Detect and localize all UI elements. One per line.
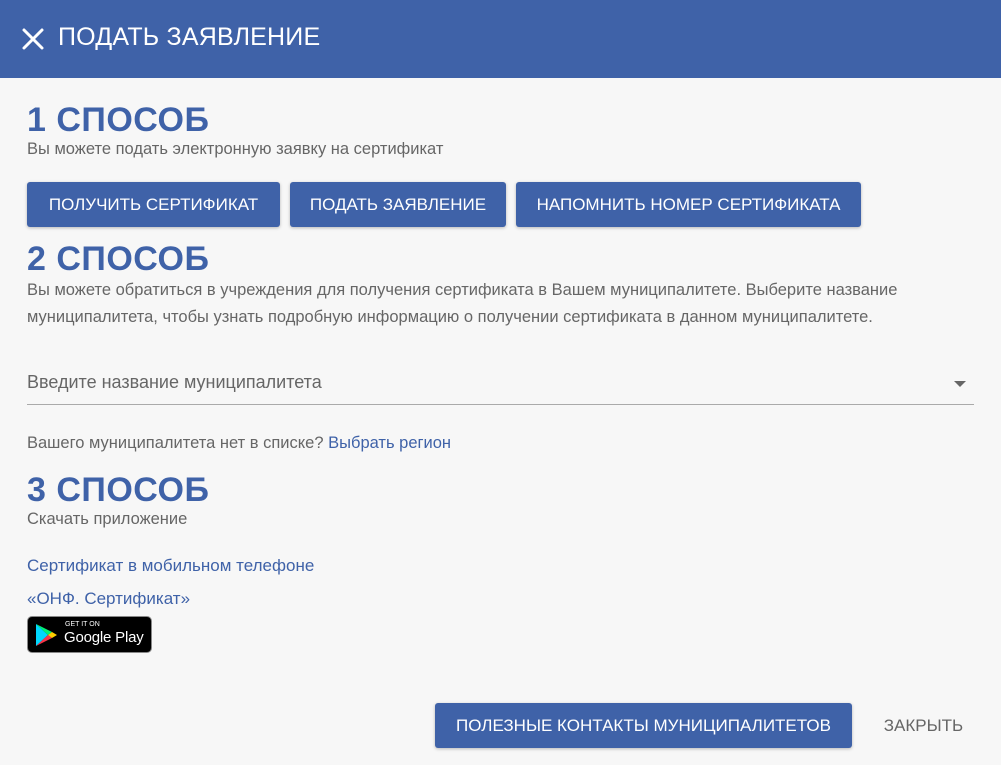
google-play-big-text: Google Play	[64, 629, 144, 646]
onf-certificate-link[interactable]: «ОНФ. Сертификат»	[27, 589, 190, 609]
method3-description: Скачать приложение	[27, 510, 188, 528]
google-play-small-text: GET IT ON	[65, 621, 100, 628]
municipality-select-placeholder: Введите название муниципалитета	[27, 372, 322, 392]
remind-certificate-number-button[interactable]: НАПОМНИТЬ НОМЕР СЕРТИФИКАТА	[516, 182, 861, 227]
municipality-missing-question: Вашего муниципалитета нет в списке?	[27, 434, 324, 452]
close-button[interactable]: ЗАКРЫТЬ	[866, 703, 981, 748]
choose-region-link[interactable]: Выбрать регион	[328, 434, 451, 452]
google-play-badge[interactable]: GET IT ON Google Play	[27, 616, 152, 653]
google-play-icon	[36, 624, 57, 646]
chevron-down-icon	[954, 381, 966, 387]
method2-title: 2 СПОСОБ	[27, 240, 210, 278]
method2-description: Вы можете обратиться в учреждения для по…	[27, 281, 898, 326]
dialog-title: ПОДАТЬ ЗАЯВЛЕНИЕ	[58, 23, 321, 51]
municipality-contacts-button[interactable]: ПОЛЕЗНЫЕ КОНТАКТЫ МУНИЦИПАЛИТЕТОВ	[435, 703, 852, 748]
dialog-header: ПОДАТЬ ЗАЯВЛЕНИЕ	[0, 0, 1001, 78]
method1-title: 1 СПОСОБ	[27, 101, 210, 139]
get-certificate-button[interactable]: ПОЛУЧИТЬ СЕРТИФИКАТ	[27, 182, 280, 227]
mobile-certificate-link[interactable]: Сертификат в мобильном телефоне	[27, 556, 314, 576]
close-icon[interactable]	[20, 26, 46, 52]
municipality-select[interactable]: Введите название муниципалитета	[27, 364, 974, 405]
method3-title: 3 СПОСОБ	[27, 471, 210, 509]
submit-application-button[interactable]: ПОДАТЬ ЗАЯВЛЕНИЕ	[290, 182, 506, 227]
municipality-missing-text: Вашего муниципалитета нет в списке? Выбр…	[27, 434, 451, 453]
method1-description: Вы можете подать электронную заявку на с…	[27, 140, 444, 158]
